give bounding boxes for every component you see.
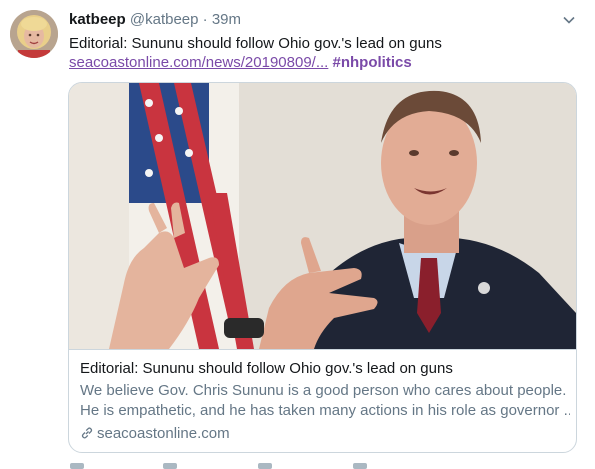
author-name[interactable]: katbeep bbox=[69, 11, 126, 28]
card-description: We believe Gov. Chris Sununu is a good p… bbox=[80, 381, 570, 421]
separator-dot: · bbox=[202, 11, 208, 28]
hashtag-link[interactable]: #nhpolitics bbox=[333, 54, 412, 71]
tweet-text: Editorial: Sununu should follow Ohio gov… bbox=[69, 35, 442, 52]
card-description-line: He is empathetic, and he has taken many … bbox=[80, 402, 570, 419]
action-bar-peek bbox=[70, 463, 367, 469]
tweet-links: seacoastonline.com/news/20190809/... #nh… bbox=[69, 53, 412, 73]
avatar[interactable] bbox=[10, 10, 58, 58]
tweet-timestamp[interactable]: 39m bbox=[212, 11, 241, 28]
card-domain-text: seacoastonline.com bbox=[97, 425, 230, 442]
tweet-header: katbeep @katbeep · 39m bbox=[69, 10, 241, 30]
author-handle[interactable]: @katbeep bbox=[130, 11, 199, 28]
tweet[interactable]: katbeep @katbeep · 39m Editorial: Sununu… bbox=[0, 0, 595, 469]
card-domain[interactable]: seacoastonline.com bbox=[80, 424, 230, 444]
tweet-url-link[interactable]: seacoastonline.com/news/20190809/... bbox=[69, 54, 328, 71]
card-body[interactable]: Editorial: Sununu should follow Ohio gov… bbox=[69, 349, 576, 452]
link-icon bbox=[81, 427, 93, 439]
chevron-down-icon[interactable] bbox=[561, 12, 577, 28]
link-preview-card[interactable]: Editorial: Sununu should follow Ohio gov… bbox=[68, 82, 577, 453]
card-image[interactable] bbox=[69, 83, 576, 349]
card-description-line: We believe Gov. Chris Sununu is a good p… bbox=[80, 382, 567, 399]
card-title[interactable]: Editorial: Sununu should follow Ohio gov… bbox=[80, 359, 453, 379]
